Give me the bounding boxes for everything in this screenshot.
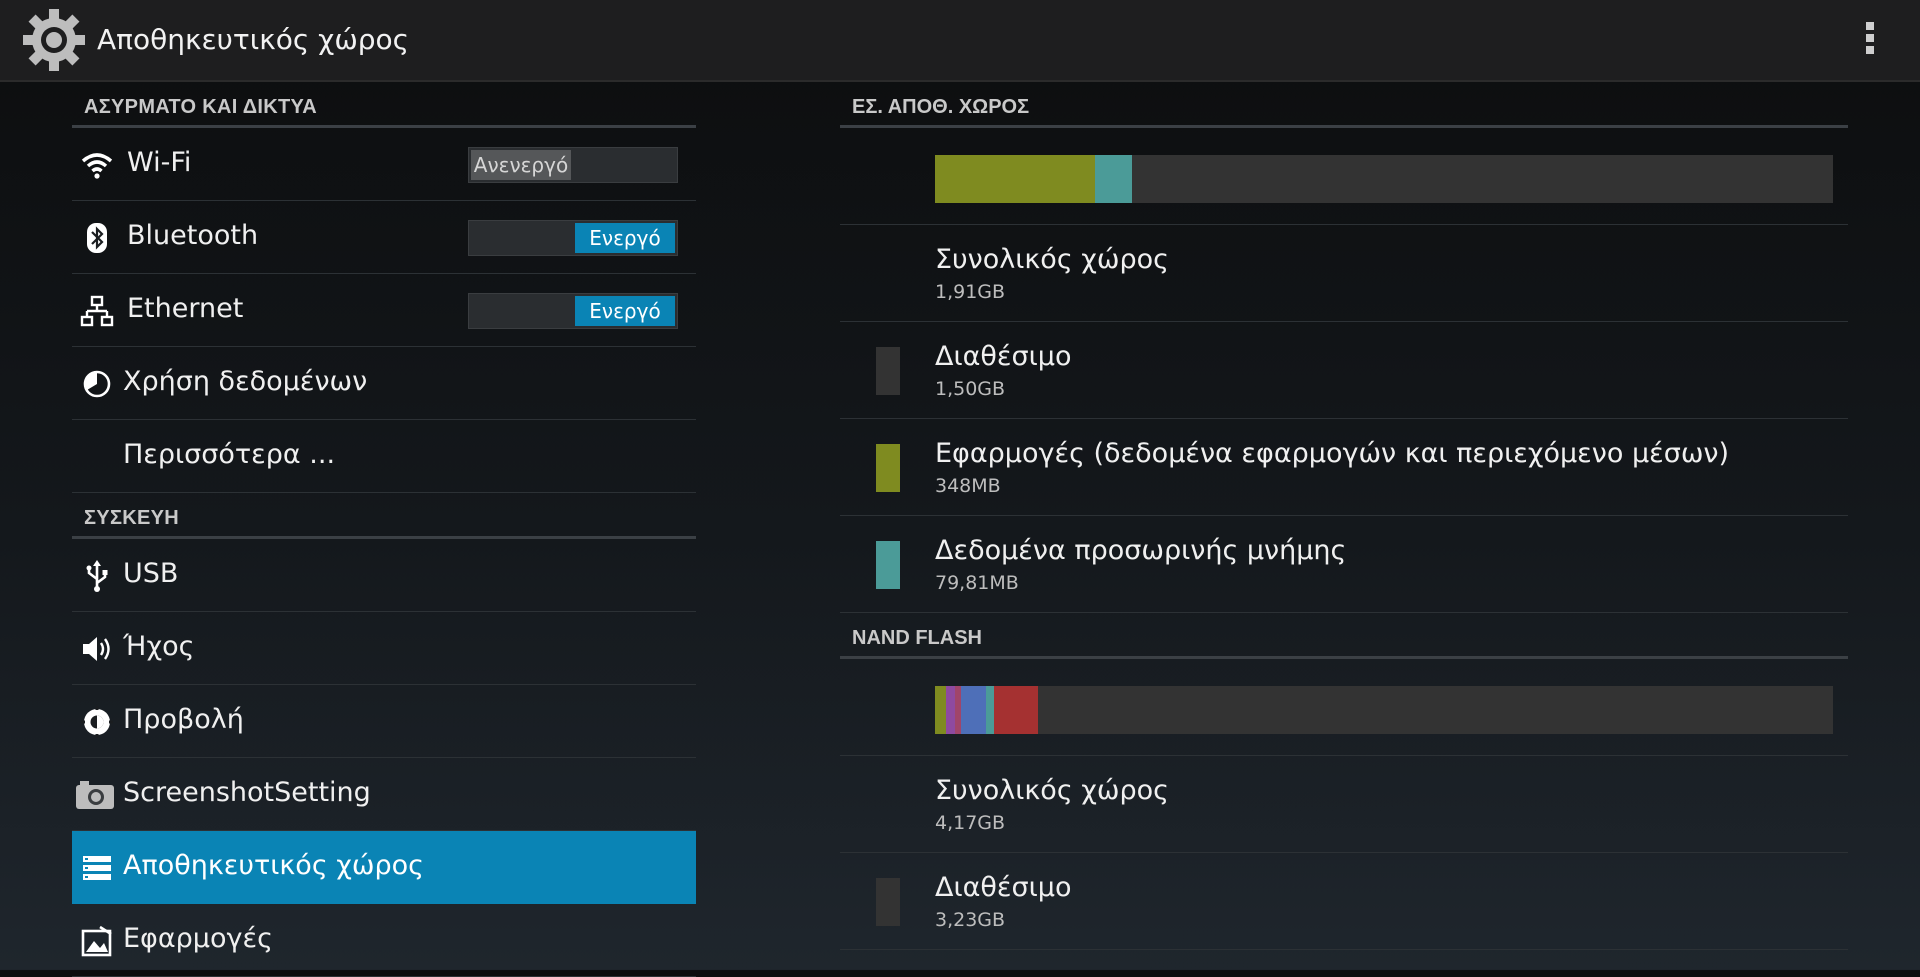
storage-row-title: Συνολικός χώρος bbox=[935, 775, 1169, 806]
settings-item-label: Αποθηκευτικός χώρος bbox=[123, 850, 424, 881]
camera-icon bbox=[76, 781, 114, 809]
storage-row-value: 1,91GB bbox=[935, 281, 1006, 303]
settings-item-ethernet[interactable]: Ethernet Ενεργό bbox=[72, 274, 696, 347]
section-header-device: ΣΥΣΚΕΥΗ bbox=[72, 493, 696, 539]
settings-item-display[interactable]: Προβολή bbox=[72, 685, 696, 758]
action-bar: Αποθηκευτικός χώρος bbox=[0, 0, 1920, 82]
settings-item-more[interactable]: Περισσότερα ... bbox=[72, 420, 696, 493]
settings-item-storage[interactable]: Αποθηκευτικός χώρος bbox=[72, 831, 696, 904]
usage-bar-segment bbox=[994, 686, 1039, 734]
apps-icon bbox=[81, 925, 112, 957]
usage-bar-segment bbox=[1094, 155, 1132, 203]
ethernet-icon bbox=[80, 295, 114, 327]
settings-item-wifi[interactable]: Wi-Fi Ανενεργό bbox=[72, 128, 696, 201]
storage-row-value: 4,17GB bbox=[935, 812, 1006, 834]
storage-row-value: 79,81MB bbox=[935, 572, 1019, 594]
storage-row-title: Συνολικός χώρος bbox=[935, 244, 1169, 275]
data-usage-icon bbox=[83, 370, 111, 398]
section-header-internal-storage: ΕΣ. ΑΠΟΘ. ΧΩΡΟΣ bbox=[840, 82, 1848, 128]
toggle-label: Ανενεργό bbox=[471, 150, 571, 180]
storage-row-title: Δεδομένα προσωρινής μνήμης bbox=[935, 535, 1347, 566]
toggle-label: Ενεργό bbox=[575, 296, 675, 326]
storage-row-value: 3,23GB bbox=[935, 909, 1006, 931]
storage-row-value: 348MB bbox=[935, 475, 1001, 497]
storage-row-cache[interactable]: Δεδομένα προσωρινής μνήμης 79,81MB bbox=[840, 516, 1848, 613]
settings-item-sound[interactable]: Ήχος bbox=[72, 612, 696, 685]
usage-bar-segment bbox=[961, 686, 987, 734]
storage-row-available[interactable]: Διαθέσιμο 3,23GB bbox=[840, 853, 1848, 950]
usage-bar bbox=[935, 686, 1833, 734]
storage-details: ΕΣ. ΑΠΟΘ. ΧΩΡΟΣ Συνολικός χώρος 1,91GB Δ… bbox=[840, 82, 1848, 950]
settings-item-bluetooth[interactable]: Bluetooth Ενεργό bbox=[72, 201, 696, 274]
settings-item-label: Bluetooth bbox=[127, 220, 259, 251]
settings-item-usb[interactable]: USB bbox=[72, 539, 696, 612]
section-header-nand-flash: NAND FLASH bbox=[840, 613, 1848, 659]
settings-item-label: Προβολή bbox=[123, 704, 244, 735]
usage-bar-segment bbox=[935, 155, 1095, 203]
settings-list: ΑΣΥΡΜΑΤΟ ΚΑΙ ΔΙΚΤΥΑ Wi-Fi Ανενεργό Bluet… bbox=[72, 82, 696, 977]
overflow-menu-icon[interactable] bbox=[1860, 22, 1880, 60]
storage-row-total[interactable]: Συνολικός χώρος 1,91GB bbox=[840, 225, 1848, 322]
storage-row-total[interactable]: Συνολικός χώρος 4,17GB bbox=[840, 756, 1848, 853]
wifi-toggle[interactable]: Ανενεργό bbox=[468, 147, 678, 183]
bluetooth-toggle[interactable]: Ενεργό bbox=[468, 220, 678, 256]
color-swatch bbox=[876, 541, 900, 589]
usage-bar-segment bbox=[935, 686, 946, 734]
toggle-label: Ενεργό bbox=[575, 223, 675, 253]
settings-item-label: Ethernet bbox=[127, 293, 244, 324]
storage-row-title: Διαθέσιμο bbox=[935, 341, 1072, 372]
display-icon bbox=[81, 706, 113, 738]
settings-item-label: USB bbox=[123, 558, 179, 589]
section-header-wireless: ΑΣΥΡΜΑΤΟ ΚΑΙ ΔΙΚΤΥΑ bbox=[72, 82, 696, 128]
settings-item-screenshot[interactable]: ScreenshotSetting bbox=[72, 758, 696, 831]
sound-icon bbox=[83, 637, 110, 661]
storage-icon bbox=[83, 856, 111, 880]
internal-usage-row bbox=[840, 128, 1848, 225]
color-swatch bbox=[876, 444, 900, 492]
storage-row-value: 1,50GB bbox=[935, 378, 1006, 400]
settings-item-label: Wi-Fi bbox=[127, 147, 192, 178]
color-swatch bbox=[876, 878, 900, 926]
settings-item-data-usage[interactable]: Χρήση δεδομένων bbox=[72, 347, 696, 420]
usage-bar bbox=[935, 155, 1833, 203]
storage-row-apps[interactable]: Εφαρμογές (δεδομένα εφαρμογών και περιεχ… bbox=[840, 419, 1848, 516]
settings-item-label: Χρήση δεδομένων bbox=[123, 366, 368, 397]
storage-row-title: Εφαρμογές (δεδομένα εφαρμογών και περιεχ… bbox=[935, 438, 1730, 469]
settings-item-label: Περισσότερα ... bbox=[123, 439, 336, 470]
usage-bar-segment bbox=[986, 686, 995, 734]
usage-bar-segment bbox=[945, 686, 955, 734]
gear-icon[interactable] bbox=[20, 6, 88, 74]
settings-item-label: ScreenshotSetting bbox=[123, 777, 371, 808]
page-title: Αποθηκευτικός χώρος bbox=[97, 23, 410, 56]
settings-item-apps[interactable]: Εφαρμογές bbox=[72, 904, 696, 977]
usb-icon bbox=[86, 560, 108, 592]
wifi-icon bbox=[81, 153, 113, 179]
settings-item-label: Ήχος bbox=[123, 631, 195, 662]
nand-usage-row bbox=[840, 659, 1848, 756]
storage-row-available[interactable]: Διαθέσιμο 1,50GB bbox=[840, 322, 1848, 419]
ethernet-toggle[interactable]: Ενεργό bbox=[468, 293, 678, 329]
storage-row-title: Διαθέσιμο bbox=[935, 872, 1072, 903]
bluetooth-icon bbox=[87, 223, 107, 253]
color-swatch bbox=[876, 347, 900, 395]
settings-item-label: Εφαρμογές bbox=[123, 923, 273, 954]
